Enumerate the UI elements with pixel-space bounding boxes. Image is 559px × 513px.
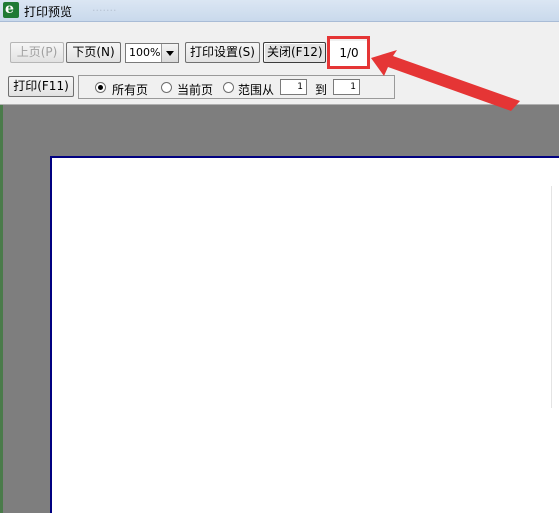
radio-all-pages-label: 所有页	[112, 83, 149, 97]
window-title: 打印预览	[24, 5, 73, 19]
chevron-down-icon[interactable]	[161, 44, 178, 62]
range-to-label: 到	[315, 83, 328, 97]
title-bar: e 打印预览 ·······	[0, 0, 559, 22]
next-page-button[interactable]: 下页(N)	[66, 42, 121, 63]
radio-all-pages[interactable]	[95, 82, 106, 93]
print-settings-button[interactable]: 打印设置(S)	[185, 42, 260, 63]
print-range-group: 所有页 当前页 范围从 1 到 1	[78, 75, 395, 99]
print-button[interactable]: 打印(F11)	[8, 76, 74, 97]
zoom-value: 100%	[129, 46, 161, 59]
radio-range-label: 范围从	[238, 83, 275, 97]
page-shadow-edge	[551, 186, 559, 408]
toolbar: 上页(P) 下页(N) 100% 打印设置(S) 关闭(F12) 1/0 打印(…	[0, 22, 559, 105]
range-to-input[interactable]: 1	[333, 79, 360, 95]
radio-current-page-label: 当前页	[177, 83, 214, 97]
left-edge	[0, 105, 3, 513]
window-title-blurred: ·······	[92, 4, 117, 17]
range-from-input[interactable]: 1	[280, 79, 307, 95]
prev-page-button[interactable]: 上页(P)	[10, 42, 64, 63]
preview-area[interactable]	[0, 105, 559, 513]
preview-page	[50, 156, 559, 513]
zoom-select[interactable]: 100%	[125, 43, 179, 63]
app-icon: e	[3, 1, 19, 18]
close-button[interactable]: 关闭(F12)	[263, 42, 326, 63]
radio-current-page[interactable]	[161, 82, 172, 93]
highlight-box	[327, 36, 370, 69]
radio-range[interactable]	[223, 82, 234, 93]
